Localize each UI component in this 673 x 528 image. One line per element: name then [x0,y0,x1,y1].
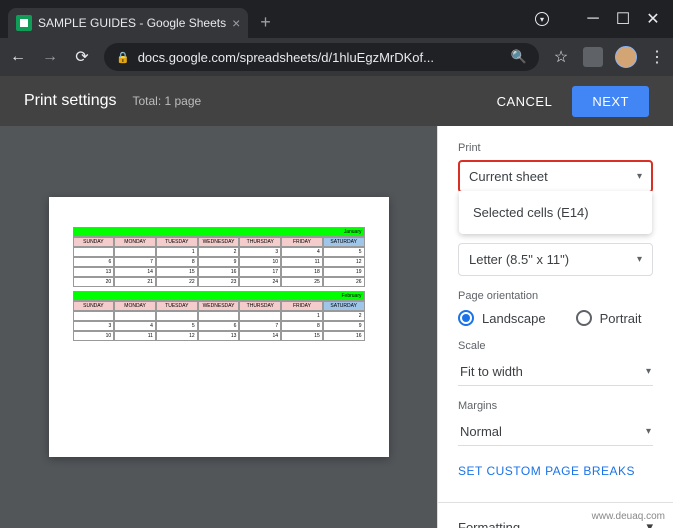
margins-label: Margins [458,400,653,412]
print-sidebar: Print Current sheet ▾ Selected cells (E1… [437,126,673,528]
back-button[interactable]: ← [8,48,28,66]
maximize-button[interactable]: ☐ [617,13,629,25]
new-tab-button[interactable]: + [260,12,271,33]
star-bookmark-icon[interactable]: ☆ [551,47,571,67]
total-pages: Total: 1 page [132,94,201,108]
next-button[interactable]: NEXT [572,86,649,117]
orientation-portrait-radio[interactable]: Portrait [576,310,642,326]
margins-dropdown[interactable]: Normal ▾ [458,418,653,446]
forward-button[interactable]: → [40,48,60,66]
scale-label: Scale [458,340,653,352]
lock-icon: 🔒 [116,51,130,64]
print-header: Print settings Total: 1 page CANCEL NEXT [0,76,673,126]
orientation-landscape-radio[interactable]: Landscape [458,310,546,326]
radio-icon [458,310,474,326]
address-bar[interactable]: 🔒 docs.google.com/spreadsheets/d/1hluEgz… [104,43,539,71]
profile-avatar[interactable] [615,46,637,68]
tab-title: SAMPLE GUIDES - Google Sheets [38,16,226,30]
print-range-dropdown[interactable]: Current sheet ▾ Selected cells (E14) [458,160,653,193]
close-tab-icon[interactable]: × [232,15,240,31]
orientation-label: Page orientation [458,290,653,302]
cal-month-1: January [73,227,365,237]
reload-button[interactable]: ⟳ [72,47,92,67]
print-range-menu: Selected cells (E14) [459,191,652,234]
print-label: Print [458,142,653,154]
set-page-breaks-button[interactable]: SET CUSTOM PAGE BREAKS [458,460,653,482]
watermark: www.deuaq.com [592,511,665,522]
browser-tab[interactable]: SAMPLE GUIDES - Google Sheets × [8,8,248,38]
menu-dots-icon[interactable]: ⋮ [649,47,665,67]
chevron-down-icon: ▾ [637,171,642,182]
cancel-button[interactable]: CANCEL [497,94,553,109]
sheets-favicon-icon [16,15,32,31]
zoom-icon[interactable]: 🔍 [511,49,527,65]
dd-option-selected-cells[interactable]: Selected cells (E14) [459,197,652,228]
chevron-down-icon: ▾ [646,426,651,437]
url-text: docs.google.com/spreadsheets/d/1hluEgzMr… [138,50,503,65]
radio-icon [576,310,592,326]
chevron-down-icon: ▾ [646,366,651,377]
preview-page: January SUNDAY MONDAY TUESDAY WEDNESDAY … [49,197,389,457]
window-titlebar: SAMPLE GUIDES - Google Sheets × + ─ ☐ ✕ [0,0,673,38]
minimize-button[interactable]: ─ [587,13,599,25]
chevron-down-icon: ▾ [637,254,642,265]
paper-size-dropdown[interactable]: Letter (8.5" x 11") ▾ [458,243,653,276]
close-window-button[interactable]: ✕ [647,13,659,25]
browser-toolbar: ← → ⟳ 🔒 docs.google.com/spreadsheets/d/1… [0,38,673,76]
account-indicator-icon[interactable] [535,12,549,26]
page-title: Print settings [24,92,116,110]
divider [438,502,673,503]
cal-month-2: February [73,291,365,301]
print-preview-area: January SUNDAY MONDAY TUESDAY WEDNESDAY … [0,126,437,528]
extension-icon[interactable] [583,47,603,67]
scale-dropdown[interactable]: Fit to width ▾ [458,358,653,386]
